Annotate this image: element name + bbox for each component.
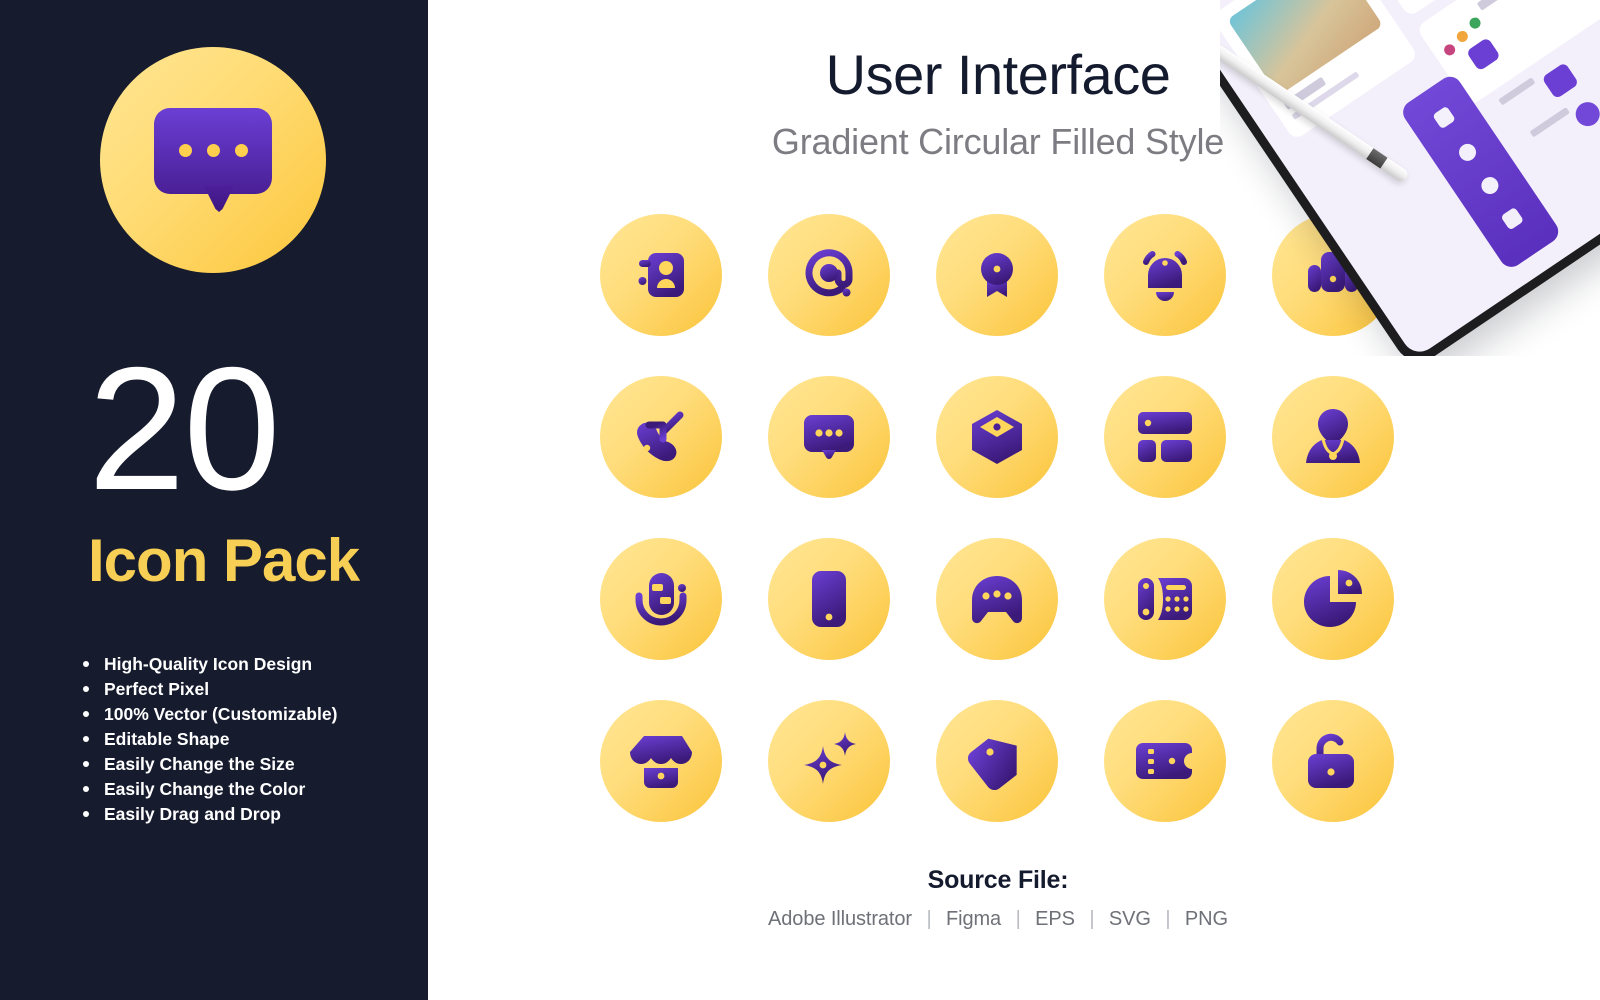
gamepad-icon[interactable] [936, 538, 1058, 660]
incoming-call-icon[interactable] [600, 376, 722, 498]
icon-cell [1104, 376, 1272, 538]
source-file-title: Source File: [927, 866, 1069, 894]
chat-bubble-icon[interactable] [768, 376, 890, 498]
device-mockup [1220, 0, 1600, 356]
microphone-icon[interactable] [600, 538, 722, 660]
pack-label: Icon Pack [88, 527, 360, 594]
nav-icon[interactable] [1500, 206, 1525, 231]
dashboard-grid-icon[interactable] [1104, 376, 1226, 498]
icon-cell [600, 214, 768, 376]
bubble-tail [204, 186, 234, 212]
cube-box-icon[interactable] [936, 376, 1058, 498]
format-png: PNG [1184, 908, 1228, 930]
separator: | [1015, 908, 1021, 930]
alarm-bell-icon[interactable] [1104, 214, 1226, 336]
chat-bubble-icon [154, 108, 272, 212]
app-icon [1571, 97, 1600, 131]
price-tag-icon[interactable] [936, 700, 1058, 822]
smartphone-icon[interactable] [768, 538, 890, 660]
nav-icon[interactable] [1432, 105, 1456, 130]
icon-cell [936, 538, 1104, 700]
icon-cell [1272, 376, 1440, 538]
feature-list: High-Quality Icon Design Perfect Pixel 1… [80, 652, 420, 827]
sidebar-panel: 20 Icon Pack High-Quality Icon Design Pe… [0, 0, 428, 1000]
nav-icon[interactable] [1455, 140, 1480, 165]
icon-cell [936, 700, 1104, 862]
icon-cell [1104, 538, 1272, 700]
separator: | [1165, 908, 1171, 930]
nav-icon[interactable] [1478, 173, 1502, 198]
icon-cell [1272, 538, 1440, 700]
icon-cell [600, 700, 768, 862]
icon-cell [768, 538, 936, 700]
format-eps: EPS [1035, 908, 1075, 930]
telephone-icon[interactable] [1104, 538, 1226, 660]
award-badge-icon[interactable] [936, 214, 1058, 336]
list-item: Perfect Pixel [80, 677, 420, 702]
format-svg: SVG [1108, 908, 1151, 930]
separator: | [1089, 908, 1095, 930]
icon-cell [600, 538, 768, 700]
list-item: Editable Shape [80, 727, 420, 752]
format-adobe-illustrator: Adobe Illustrator [768, 908, 912, 930]
ticket-icon[interactable] [1104, 700, 1226, 822]
icon-cell [768, 700, 936, 862]
tablet-screen [1220, 0, 1600, 356]
user-necklace-icon[interactable] [1272, 376, 1394, 498]
app-text-line [1529, 107, 1570, 138]
bubble-dots [154, 144, 272, 157]
list-item: 100% Vector (Customizable) [80, 702, 420, 727]
icon-cell [600, 376, 768, 538]
icon-cell [768, 376, 936, 538]
icon-cell [1104, 700, 1272, 862]
icon-cell [936, 214, 1104, 376]
list-item: Easily Drag and Drop [80, 802, 420, 827]
store-shop-icon[interactable] [600, 700, 722, 822]
logo-badge [100, 47, 326, 273]
icon-cell [936, 376, 1104, 538]
pie-chart-icon[interactable] [1272, 538, 1394, 660]
list-item: Easily Change the Color [80, 777, 420, 802]
icon-cell [768, 214, 936, 376]
icon-pack-poster: 20 Icon Pack High-Quality Icon Design Pe… [0, 0, 1600, 1000]
address-book-icon[interactable] [600, 214, 722, 336]
source-file-formats: Adobe Illustrator | Figma | EPS | SVG | … [428, 908, 1568, 931]
unlock-padlock-icon[interactable] [1272, 700, 1394, 822]
format-figma: Figma [946, 908, 1002, 930]
separator: | [926, 908, 932, 930]
at-sign-email-icon[interactable] [768, 214, 890, 336]
app-icon [1541, 62, 1580, 100]
app-nav-rail [1398, 72, 1563, 272]
icon-count: 20 [88, 332, 281, 527]
sparkles-icon[interactable] [768, 700, 890, 822]
list-item: High-Quality Icon Design [80, 652, 420, 677]
tablet-device [1220, 0, 1600, 356]
list-item: Easily Change the Size [80, 752, 420, 777]
icon-cell [1272, 700, 1440, 862]
